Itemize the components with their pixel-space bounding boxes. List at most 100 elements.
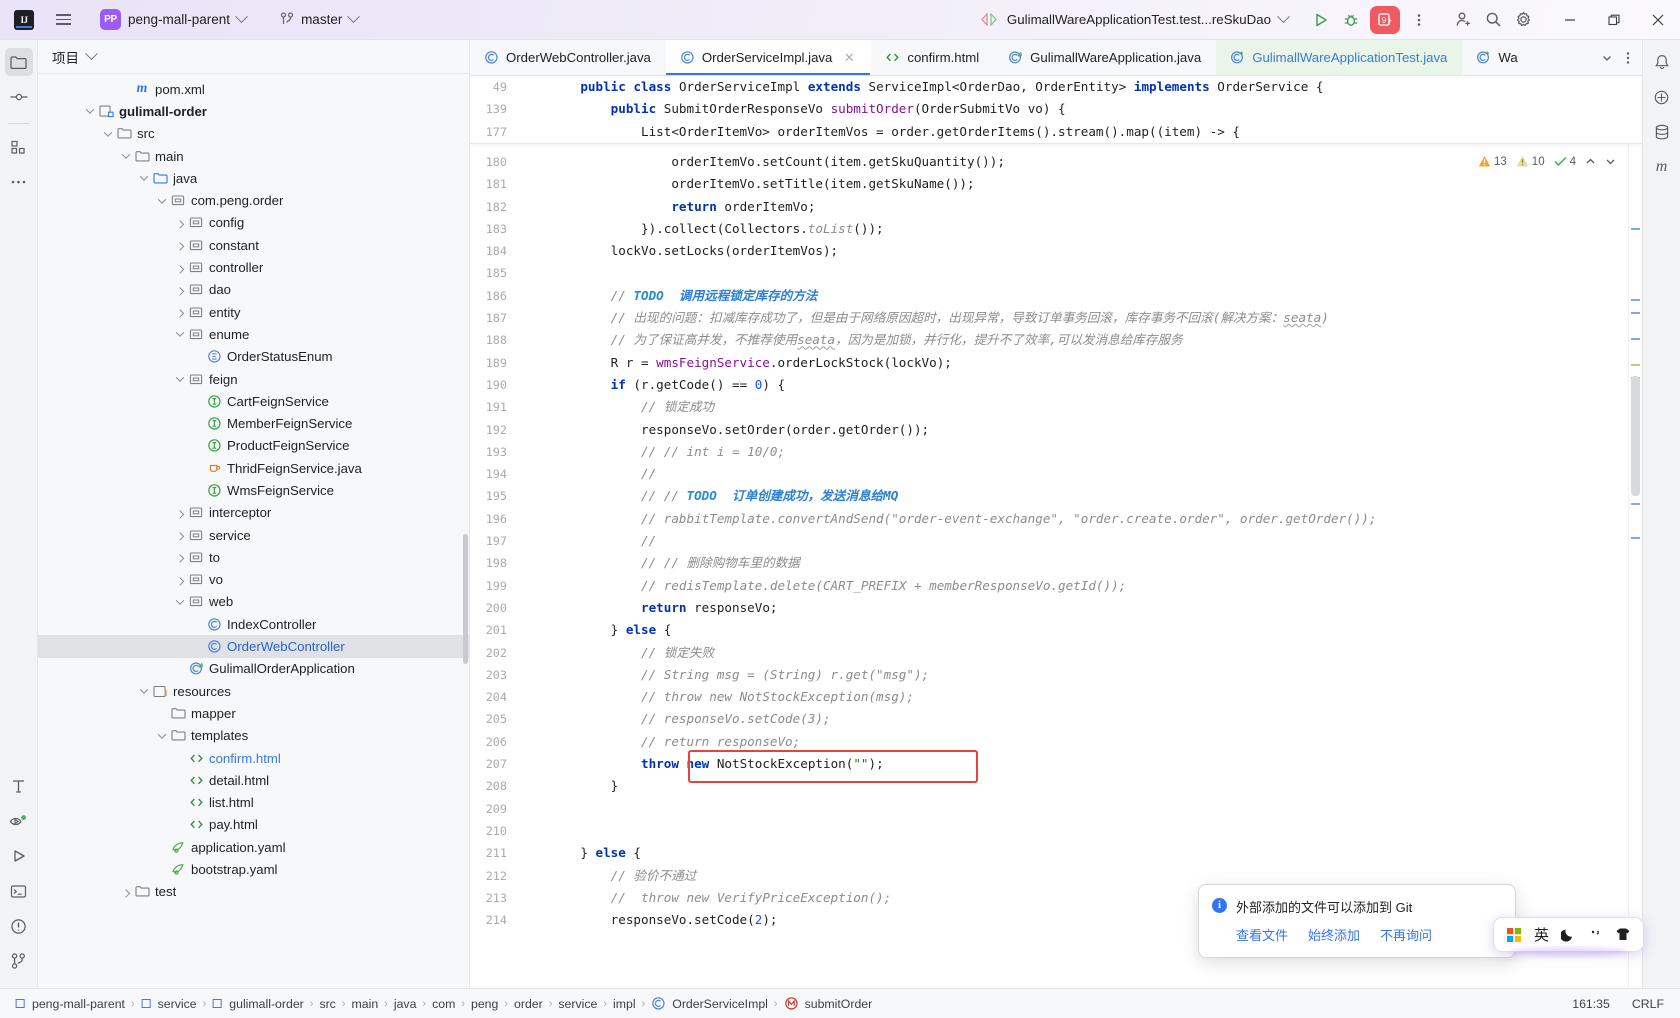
caret-position[interactable]: 161:35 [1572, 997, 1610, 1011]
punctuation-icon[interactable] [1588, 927, 1603, 942]
tree-item-service[interactable]: service [38, 524, 469, 546]
tree-item-detail-html[interactable]: detail.html [38, 769, 469, 791]
chevron-right-icon[interactable] [172, 550, 187, 565]
line-number[interactable]: 207 [470, 753, 507, 775]
run-button[interactable] [1306, 5, 1336, 35]
line-number[interactable]: 187 [470, 307, 507, 329]
tree-item-templates[interactable]: templates [38, 725, 469, 747]
editor-tab-bar[interactable]: OrderWebController.java OrderServiceImpl… [470, 40, 1642, 76]
line-number[interactable]: 186 [470, 285, 507, 307]
debug-button[interactable] [1336, 5, 1366, 35]
code-line[interactable]: // redisTemplate.delete(CART_PREFIX + me… [550, 575, 1628, 597]
tab-gulimallwareapplication-java[interactable]: GulimallWareApplication.java [994, 40, 1216, 75]
more-actions-button[interactable] [1404, 5, 1434, 35]
sidebar-item-run[interactable] [5, 842, 33, 870]
line-number[interactable]: 197 [470, 530, 507, 552]
tree-item-feign[interactable]: feign [38, 368, 469, 390]
line-number[interactable]: 199 [470, 575, 507, 597]
sidebar-item-ai-assistant[interactable] [1648, 83, 1676, 111]
sidebar-item-structure[interactable] [5, 133, 33, 161]
breadcrumb-item-com[interactable]: com [427, 997, 460, 1011]
sidebar-item-more[interactable] [5, 168, 33, 196]
line-number[interactable]: 208 [470, 775, 507, 797]
breadcrumb-item-service[interactable]: service [553, 997, 602, 1011]
line-number[interactable]: 192 [470, 419, 507, 441]
line-number[interactable]: 193 [470, 441, 507, 463]
project-panel-header[interactable]: 项目 [38, 40, 469, 74]
ime-language-bar[interactable]: 英 [1492, 917, 1644, 952]
tree-item-application-yaml[interactable]: application.yaml [38, 836, 469, 858]
line-separator[interactable]: CRLF [1632, 997, 1664, 1011]
chevron-down-icon[interactable] [154, 728, 169, 743]
notification-action-始终添加[interactable]: 始终添加 [1308, 925, 1360, 944]
breadcrumb-item-service[interactable]: service [136, 997, 202, 1011]
skin-icon[interactable] [1615, 927, 1631, 942]
code-line[interactable]: } else { [550, 842, 1628, 864]
chevron-right-icon[interactable] [172, 282, 187, 297]
code-line[interactable]: // TODO 调用远程锁定库存的方法 [550, 285, 1628, 307]
line-number[interactable]: 205 [470, 708, 507, 730]
line-number[interactable]: 196 [470, 508, 507, 530]
line-number[interactable]: 194 [470, 463, 507, 485]
notification-actions[interactable]: 查看文件 始终添加 不再询问 [1236, 925, 1501, 944]
next-problem-button[interactable] [1605, 156, 1616, 167]
chevron-right-icon[interactable] [118, 884, 133, 899]
breadcrumb[interactable]: peng-mall-parent › service › gulimall-order ›… [10, 996, 877, 1011]
line-number[interactable]: 211 [470, 842, 507, 864]
settings-button[interactable] [1508, 5, 1538, 35]
tab-wa[interactable]: Wa [1462, 40, 1532, 75]
run-configuration-selector[interactable]: GulimallWareApplicationTest.test...reSku… [971, 9, 1296, 30]
chevron-down-icon[interactable] [85, 47, 98, 61]
ok-count-item[interactable]: 4 [1554, 156, 1576, 168]
minimize-button[interactable] [1548, 0, 1592, 40]
code-text[interactable]: orderItemVo.setCount(item.getSkuQuantity… [550, 76, 1628, 988]
breadcrumb-item-src[interactable]: src [314, 997, 340, 1011]
line-number[interactable]: 198 [470, 552, 507, 574]
tree-item-productfeignservice[interactable]: ProductFeignService [38, 435, 469, 457]
sidebar-item-build[interactable] [5, 772, 33, 800]
line-number[interactable]: 202 [470, 642, 507, 664]
line-number[interactable]: 191 [470, 396, 507, 418]
chevron-right-icon[interactable] [172, 305, 187, 320]
line-number[interactable]: 183 [470, 218, 507, 240]
chevron-down-icon[interactable] [172, 594, 187, 609]
close-tab-icon[interactable]: ✕ [842, 50, 856, 65]
notifications-button[interactable]: 9 + [1370, 5, 1400, 34]
code-folding-strip[interactable] [514, 76, 550, 988]
code-line[interactable] [550, 262, 1628, 284]
tree-item-java[interactable]: java [38, 167, 469, 189]
sidebar-item-commit[interactable] [5, 83, 33, 111]
code-line[interactable]: return responseVo; [550, 597, 1628, 619]
tree-item-interceptor[interactable]: interceptor [38, 502, 469, 524]
close-button[interactable] [1636, 0, 1680, 40]
breadcrumb-item-order[interactable]: order [509, 997, 548, 1011]
notification-action-查看文件[interactable]: 查看文件 [1236, 925, 1288, 944]
tree-item-mapper[interactable]: mapper [38, 702, 469, 724]
line-number[interactable]: 212 [470, 865, 507, 887]
sidebar-item-notifications[interactable] [1648, 48, 1676, 76]
code-line[interactable]: R r = wmsFeignService.orderLockStock(loc… [550, 352, 1628, 374]
tree-item-dao[interactable]: dao [38, 279, 469, 301]
line-number[interactable]: 209 [470, 798, 507, 820]
chevron-right-icon[interactable] [172, 572, 187, 587]
code-line[interactable]: // responseVo.setCode(3); [550, 708, 1628, 730]
sidebar-item-problems[interactable] [5, 912, 33, 940]
code-line[interactable]: orderItemVo.setTitle(item.getSkuName()); [550, 173, 1628, 195]
chevron-right-icon[interactable] [172, 238, 187, 253]
line-number[interactable]: 213 [470, 887, 507, 909]
code-line[interactable]: // throw new NotStockException(msg); [550, 686, 1628, 708]
tab-confirm-html[interactable]: confirm.html [871, 40, 994, 75]
tree-item-resources[interactable]: resources [38, 680, 469, 702]
sidebar-item-terminal[interactable] [5, 877, 33, 905]
chevron-right-icon[interactable] [172, 528, 187, 543]
line-number[interactable]: 203 [470, 664, 507, 686]
breadcrumb-item-gulimall-order[interactable]: gulimall-order [207, 997, 309, 1011]
tree-item-indexcontroller[interactable]: IndexController [38, 613, 469, 635]
sidebar-item-services[interactable] [5, 807, 33, 835]
code-line[interactable]: } [550, 775, 1628, 797]
chevron-down-icon[interactable] [136, 684, 151, 699]
chevron-down-icon[interactable] [172, 327, 187, 342]
code-line[interactable]: throw new NotStockException(""); [550, 753, 1628, 775]
chevron-right-icon[interactable] [172, 505, 187, 520]
chevron-down-icon[interactable] [118, 149, 133, 164]
